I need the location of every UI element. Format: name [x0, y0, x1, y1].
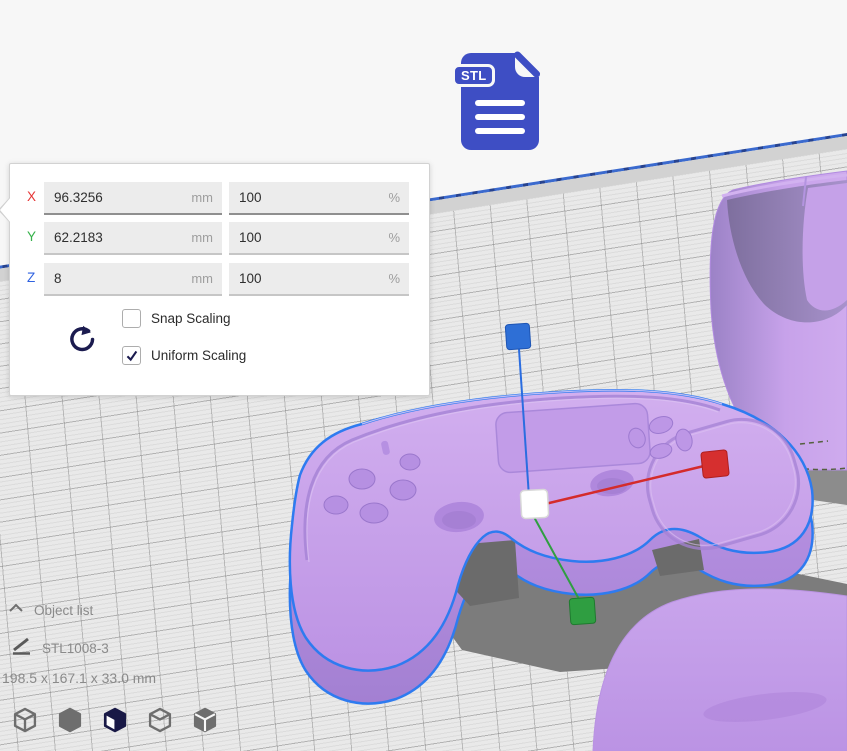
uniform-scaling-checkbox[interactable]	[122, 346, 141, 365]
snap-scaling-row[interactable]: Snap Scaling	[122, 309, 231, 328]
object-dimensions: 198.5 x 167.1 x 33.0 mm	[2, 670, 156, 686]
y-percent-field[interactable]: %	[229, 222, 409, 255]
folded-corner-icon	[515, 53, 539, 77]
uniform-scaling-row[interactable]: Uniform Scaling	[122, 346, 246, 365]
document-line	[475, 128, 525, 134]
document-line	[475, 114, 525, 120]
x-percent-input[interactable]	[229, 182, 409, 213]
cube-left-icon	[146, 722, 174, 737]
view-left-button[interactable]	[143, 703, 177, 739]
snap-scaling-label: Snap Scaling	[151, 311, 231, 326]
cube-front-icon	[56, 722, 84, 737]
object-list-header[interactable]: Object list	[8, 601, 93, 619]
check-icon	[125, 349, 138, 362]
stl-format-badge: STL	[452, 64, 495, 87]
x-percent-unit: %	[388, 190, 400, 205]
object-item-name: STL1008-3	[42, 641, 109, 656]
cura-viewport: STL X mm % Y mm	[0, 0, 847, 751]
z-percent-field[interactable]: %	[229, 263, 409, 296]
scale-row-x: X mm %	[10, 182, 429, 213]
chevron-up-icon	[8, 601, 24, 619]
view-3d-button[interactable]	[8, 703, 42, 739]
stl-file-icon: STL	[450, 50, 546, 154]
scale-tool-panel: X mm % Y mm % Z mm	[9, 163, 430, 396]
pencil-icon	[10, 636, 32, 661]
reset-scale-button[interactable]	[62, 322, 98, 358]
z-percent-unit: %	[388, 271, 400, 286]
uniform-scaling-label: Uniform Scaling	[151, 348, 246, 363]
scale-row-z: Z mm %	[10, 263, 429, 294]
view-front-button[interactable]	[53, 703, 87, 739]
view-top-button[interactable]	[98, 703, 132, 739]
camera-view-toolbar	[8, 703, 222, 739]
cube-3d-icon	[11, 722, 39, 737]
axis-x-label: X	[27, 189, 43, 204]
z-size-unit: mm	[191, 271, 213, 286]
cube-top-icon	[101, 722, 129, 737]
x-percent-field[interactable]: %	[229, 182, 409, 215]
cube-right-icon	[191, 722, 219, 737]
scale-row-y: Y mm %	[10, 222, 429, 253]
y-size-field[interactable]: mm	[44, 222, 222, 255]
document-line	[475, 100, 525, 106]
object-list-title: Object list	[34, 603, 93, 618]
x-size-field[interactable]: mm	[44, 182, 222, 215]
view-right-button[interactable]	[188, 703, 222, 739]
z-size-field[interactable]: mm	[44, 263, 222, 296]
axis-y-label: Y	[27, 229, 43, 244]
object-list-item[interactable]: STL1008-3	[10, 636, 109, 661]
y-percent-input[interactable]	[229, 222, 409, 253]
z-percent-input[interactable]	[229, 263, 409, 294]
y-percent-unit: %	[388, 230, 400, 245]
rotate-ccw-icon	[64, 343, 96, 358]
stl-file-body: STL	[461, 53, 539, 150]
axis-z-label: Z	[27, 270, 43, 285]
x-size-unit: mm	[191, 190, 213, 205]
y-size-unit: mm	[191, 230, 213, 245]
snap-scaling-checkbox[interactable]	[122, 309, 141, 328]
